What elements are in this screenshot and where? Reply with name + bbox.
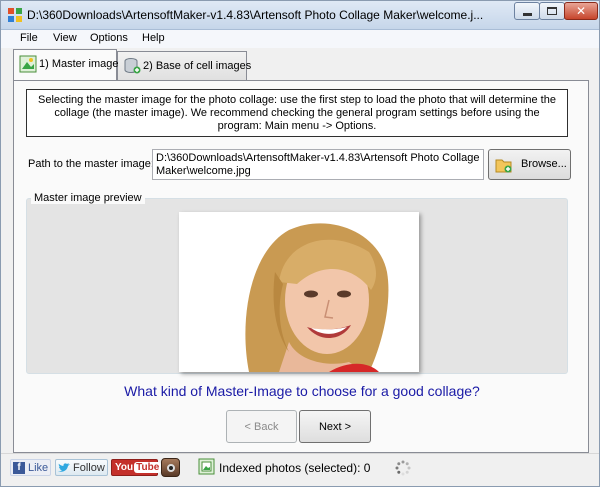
maximize-icon [547,7,557,15]
menu-help[interactable]: Help [142,32,165,44]
browse-label: Browse... [521,158,567,170]
window-title: D:\360Downloads\ArtensoftMaker-v1.4.83\A… [27,8,484,22]
master-image-panel: Selecting the master image for the photo… [13,80,589,453]
youtube-you-label: You [115,462,134,473]
master-image-photo [179,212,419,372]
tab-strip: 1) Master image 2) Base of cell images [1,48,599,81]
twitter-follow-button[interactable]: Follow [55,459,108,476]
twitter-follow-label: Follow [73,461,105,474]
title-bar[interactable]: D:\360Downloads\ArtensoftMaker-v1.4.83\A… [1,1,599,30]
master-image-icon [19,55,37,73]
app-icon [8,8,22,22]
menu-file[interactable]: File [20,32,38,44]
facebook-like-label: Like [28,461,49,474]
app-window: D:\360Downloads\ArtensoftMaker-v1.4.83\A… [0,0,600,487]
camera-lens-icon [167,464,175,472]
tab-base-of-cell-images[interactable]: 2) Base of cell images [117,51,251,80]
youtube-tube-label: Tube [134,462,162,473]
preview-caption: Master image preview [31,192,145,204]
status-bar: f Like Follow You Tube Indexed photos (s… [1,453,599,486]
instagram-icon[interactable] [161,458,180,477]
menu-bar: File View Options Help [1,30,599,48]
youtube-button[interactable]: You Tube [111,459,162,476]
info-description: Selecting the master image for the photo… [26,89,568,137]
help-link[interactable]: What kind of Master-Image to choose for … [14,383,590,399]
close-button[interactable]: ✕ [564,2,598,20]
menu-view[interactable]: View [53,32,77,44]
loading-spinner-icon [395,460,411,476]
close-icon: ✕ [575,4,587,18]
indexed-photos-count: Indexed photos (selected): 0 [219,461,371,475]
twitter-bird-icon [58,462,70,472]
maximize-button[interactable] [539,2,565,20]
indexed-photos-icon [198,458,215,475]
facebook-icon: f [13,461,25,474]
next-button[interactable]: Next > [299,410,371,443]
tab-base-label: 2) Base of cell images [143,60,252,72]
folder-open-icon [495,159,512,173]
database-add-icon [124,58,141,74]
facebook-like-button[interactable]: f Like [10,459,51,476]
portrait-image [179,212,419,372]
browse-button[interactable]: Browse... [488,149,571,180]
back-button[interactable]: < Back [226,410,297,443]
tab-master-image[interactable]: 1) Master image [13,49,119,80]
tab-master-image-label: 1) Master image [39,58,119,70]
master-image-path-field[interactable]: D:\360Downloads\ArtensoftMaker-v1.4.83\A… [152,149,484,180]
master-image-preview: Master image preview [26,192,568,374]
minimize-icon [522,12,532,16]
menu-options[interactable]: Options [90,32,128,44]
path-label: Path to the master image: [28,158,154,170]
minimize-button[interactable] [514,2,540,20]
